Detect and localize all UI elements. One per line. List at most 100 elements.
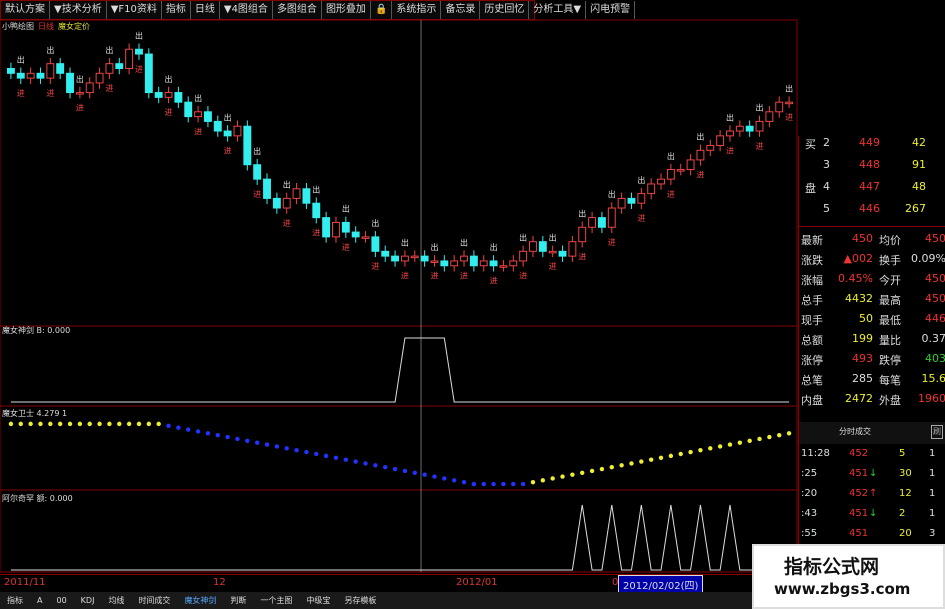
buy-signal-label: 进 bbox=[519, 272, 527, 281]
buy-signal-label: 进 bbox=[756, 142, 764, 151]
refresh-button[interactable]: 刷 bbox=[931, 425, 943, 439]
toolbar-tab[interactable]: 均线 bbox=[101, 595, 131, 606]
tick-count: 3 bbox=[929, 528, 936, 539]
buy-signal-label: 进 bbox=[637, 214, 645, 223]
orderbook-side: 盘 bbox=[805, 182, 816, 195]
candle-body bbox=[391, 255, 400, 262]
menu-item[interactable]: 闪电预警 bbox=[586, 1, 636, 19]
watermark-url: www.zbgs3.com bbox=[774, 580, 911, 598]
indicator-dot bbox=[284, 446, 289, 451]
quote-value: 450 bbox=[852, 232, 873, 245]
candle-body bbox=[56, 63, 65, 74]
candle-body bbox=[361, 236, 370, 239]
indicator-dot bbox=[737, 440, 743, 445]
toolbar-tab[interactable]: 中级宝 bbox=[299, 595, 337, 606]
candle-body bbox=[460, 255, 468, 262]
toolbar-tab[interactable]: 指标 bbox=[0, 595, 30, 606]
tick-price: 452 bbox=[849, 488, 869, 499]
toolbar-tab[interactable]: 另存模板 bbox=[337, 595, 383, 606]
buy-signal-label: 进 bbox=[696, 171, 704, 180]
quote-value: 2472 bbox=[845, 392, 873, 405]
candle-body bbox=[726, 130, 734, 137]
indicator-dot bbox=[146, 421, 152, 427]
toolbar-tab[interactable]: A bbox=[30, 596, 49, 605]
menu-item[interactable]: 🔒 bbox=[371, 1, 393, 19]
orderbook-row: 盘 4 447 48 bbox=[799, 180, 945, 200]
toolbar-tab[interactable]: 时间成交 bbox=[131, 595, 177, 606]
candle-body bbox=[95, 72, 104, 84]
candle-body bbox=[46, 63, 55, 79]
toolbar-tab[interactable]: 一个主图 bbox=[253, 595, 299, 606]
candle-body bbox=[755, 120, 764, 132]
quote-key: 总额 bbox=[801, 334, 823, 347]
candle-body bbox=[332, 221, 340, 238]
indicator-dot bbox=[67, 421, 73, 427]
indicator-dot bbox=[786, 431, 792, 436]
indicator-dot bbox=[619, 463, 624, 468]
orderbook-price: 449 bbox=[859, 136, 880, 149]
quote-value: 450 bbox=[925, 292, 945, 305]
candle-body bbox=[578, 226, 587, 243]
candle-body bbox=[637, 193, 646, 204]
indicator-dot bbox=[530, 480, 536, 485]
menu-item[interactable]: ▼F10资料 bbox=[107, 1, 162, 19]
indicator-dot bbox=[757, 436, 762, 442]
candle-body bbox=[213, 120, 222, 132]
candle-body bbox=[706, 144, 715, 151]
buy-signal-label: 进 bbox=[371, 262, 379, 271]
toolbar-tab[interactable]: 00 bbox=[49, 596, 73, 605]
indicator-dot bbox=[422, 472, 427, 477]
indicator-dot bbox=[225, 434, 230, 440]
candle-body bbox=[588, 217, 597, 228]
quote-value: 493 bbox=[852, 352, 873, 365]
tick-arrow: ↓ bbox=[869, 508, 878, 519]
menu-item[interactable]: 日线 bbox=[191, 1, 220, 19]
menu-item[interactable]: 分析工具▼ bbox=[529, 1, 587, 19]
quote-value: 50 bbox=[859, 312, 873, 325]
menu-item[interactable]: 多图组合 bbox=[273, 1, 322, 19]
buy-signal-label: 进 bbox=[401, 272, 409, 281]
sell-signal-label: 出 bbox=[756, 103, 764, 113]
buy-signal-label: 进 bbox=[135, 65, 143, 74]
tick-count: 1 bbox=[929, 468, 936, 479]
quote-key: 内盘 bbox=[801, 394, 823, 407]
indicator-dot bbox=[235, 436, 240, 442]
indicator-dot bbox=[87, 421, 92, 427]
panel-border bbox=[0, 405, 798, 491]
orderbook-volume: 48 bbox=[912, 180, 926, 193]
indicator-dot bbox=[599, 466, 605, 472]
menu-item[interactable]: 图形叠加 bbox=[322, 1, 371, 19]
quote-row: 内盘 2472 外盘 1960 bbox=[799, 392, 945, 412]
indicator-dot bbox=[747, 438, 752, 444]
panel-border bbox=[0, 325, 798, 407]
toolbar-tab[interactable]: 判断 bbox=[223, 595, 253, 606]
menu-item[interactable]: 默认方案 bbox=[1, 1, 50, 19]
candle-body bbox=[36, 72, 45, 79]
indicator-dot bbox=[708, 446, 713, 451]
toolbar-tab[interactable]: KDJ bbox=[74, 596, 102, 605]
menu-item[interactable]: ▼技术分析 bbox=[50, 1, 107, 19]
candle-body bbox=[105, 63, 114, 74]
indicator-dot bbox=[678, 451, 683, 457]
quote-value: 403 bbox=[925, 352, 945, 365]
candle-body bbox=[371, 236, 380, 252]
quote-panel: 买 2 449 42 3 448 91 盘 4 447 48 5 446 267 最新 450 均价 450 涨跌 ▲… bbox=[798, 136, 945, 426]
quote-key: 今开 bbox=[879, 274, 901, 287]
tick-header: 分时成交 刷 bbox=[799, 422, 945, 444]
menu-item[interactable]: 备忘录 bbox=[441, 1, 481, 19]
menu-item[interactable]: 系统指示 bbox=[392, 1, 442, 19]
candle-body bbox=[529, 241, 537, 252]
tick-arrow: ↑ bbox=[869, 488, 878, 499]
menu-item[interactable]: 指标 bbox=[162, 1, 191, 19]
quote-key: 跌停 bbox=[879, 354, 901, 367]
menu-item[interactable]: ▼4图组合 bbox=[220, 1, 273, 19]
candle-body bbox=[184, 101, 193, 118]
quote-row: 总额 199 量比 0.37 bbox=[799, 332, 945, 352]
quote-key: 涨跌 bbox=[801, 254, 823, 267]
toolbar-tab[interactable]: 魔女神剑 bbox=[177, 595, 223, 606]
top-menu-bar: 默认方案 ▼技术分析 ▼F10资料 指标 日线 ▼4图组合 多图组合 图形叠加 🔒 系统指示 备忘录… bbox=[0, 0, 636, 20]
tick-time: :43 bbox=[801, 508, 818, 519]
chart-area[interactable]: 出进出进出进出进出进出进出进出进 出进出进出进出进出进出进出进出进出进出进出进出进… bbox=[0, 0, 798, 592]
menu-item[interactable]: 历史回忆 bbox=[480, 1, 530, 19]
sell-signal-label: 出 bbox=[312, 184, 320, 194]
